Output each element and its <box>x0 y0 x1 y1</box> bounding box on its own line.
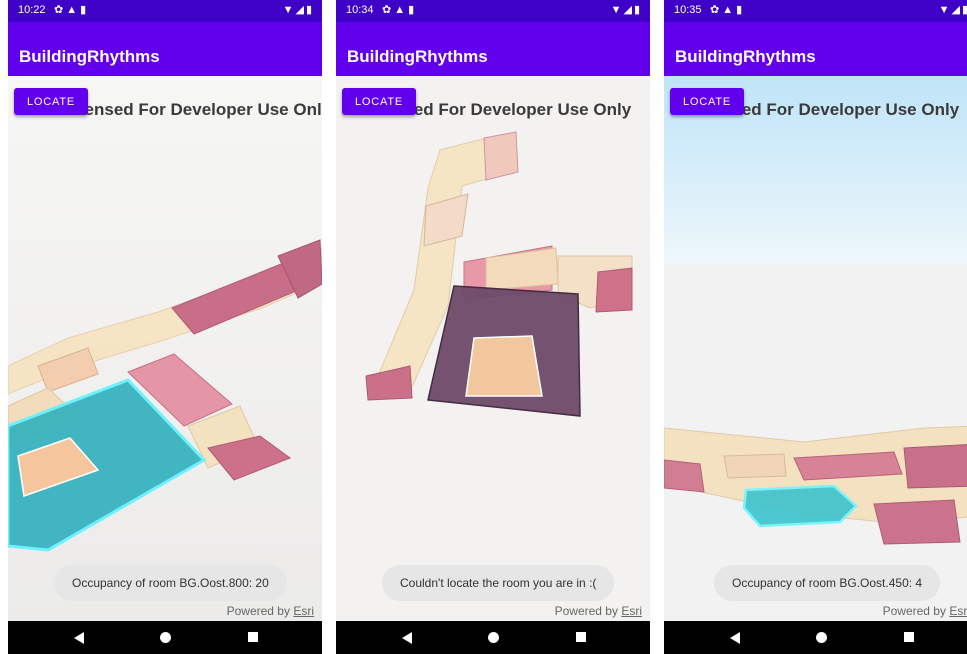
wifi-icon: ▼ <box>610 4 624 16</box>
occupancy-toast: Occupancy of room BG.Oost.800: 20 <box>54 565 287 601</box>
back-icon[interactable] <box>730 632 740 644</box>
phone-screen-1: 10:22 ✿▲▮ ▼◢▮ BuildingRhythms Licensed F… <box>8 0 322 654</box>
sd-card-icon: ▮ <box>736 4 746 16</box>
map-view[interactable] <box>8 76 322 621</box>
signal-icon: ◢ <box>623 4 634 16</box>
system-nav-bar <box>8 621 322 654</box>
status-time: 10:22 <box>18 4 46 16</box>
sd-card-icon: ▮ <box>408 4 418 16</box>
home-icon[interactable] <box>816 632 827 643</box>
phone-screen-2: 10:34 ✿▲▮ ▼◢▮ BuildingRhythms Licensed F… <box>336 0 650 654</box>
home-icon[interactable] <box>160 632 171 643</box>
status-bar: 10:34 ✿▲▮ ▼◢▮ <box>336 0 650 22</box>
attribution: Powered by Esri <box>883 604 967 618</box>
scene-3d <box>664 76 967 621</box>
wifi-icon: ▼ <box>938 4 952 16</box>
occupancy-toast: Occupancy of room BG.Oost.450: 4 <box>714 565 941 601</box>
app-bar: BuildingRhythms <box>664 22 967 76</box>
sd-card-icon: ▮ <box>80 4 90 16</box>
room-not-found-toast: Couldn't locate the room you are in :( <box>382 565 615 601</box>
battery-icon: ▮ <box>633 4 642 16</box>
status-icons: ✿▲▮ <box>54 3 89 16</box>
app-bar: BuildingRhythms <box>8 22 322 76</box>
status-time: 10:34 <box>346 4 374 16</box>
esri-link[interactable]: Esri <box>949 604 967 618</box>
locate-button[interactable]: LOCATE <box>670 88 744 115</box>
locate-button[interactable]: LOCATE <box>342 88 416 115</box>
locate-button[interactable]: LOCATE <box>14 88 88 115</box>
back-icon[interactable] <box>74 632 84 644</box>
attribution: Powered by Esri <box>555 604 642 618</box>
recents-icon[interactable] <box>904 632 914 642</box>
phone-screen-3: 10:35 ✿▲▮ ▼◢▮ BuildingRhythms Licensed F… <box>664 0 967 654</box>
map-view[interactable] <box>664 76 967 621</box>
esri-link[interactable]: Esri <box>621 604 642 618</box>
status-right-icons: ▼◢▮ <box>611 3 642 16</box>
powered-by-text: Powered by <box>226 604 290 618</box>
powered-by-text: Powered by <box>882 604 946 618</box>
warning-icon: ▲ <box>394 4 409 16</box>
home-icon[interactable] <box>488 632 499 643</box>
selected-room-highlight <box>742 484 858 528</box>
app-bar: BuildingRhythms <box>336 22 650 76</box>
attribution: Powered by Esri <box>227 604 314 618</box>
status-icons: ✿▲▮ <box>710 3 745 16</box>
esri-link[interactable]: Esri <box>293 604 314 618</box>
scene-3d <box>8 76 322 621</box>
back-icon[interactable] <box>402 632 412 644</box>
battery-icon: ▮ <box>961 4 967 16</box>
building-courtyard-block <box>427 285 581 417</box>
system-nav-bar <box>336 621 650 654</box>
app-title: BuildingRhythms <box>347 47 488 66</box>
app-title: BuildingRhythms <box>675 47 816 66</box>
warning-icon: ▲ <box>66 4 81 16</box>
recents-icon[interactable] <box>248 632 258 642</box>
scene-3d <box>336 76 650 621</box>
status-bar: 10:22 ✿▲▮ ▼◢▮ <box>8 0 322 22</box>
settings-icon: ✿ <box>54 4 67 16</box>
status-time: 10:35 <box>674 4 702 16</box>
map-view[interactable] <box>336 76 650 621</box>
battery-icon: ▮ <box>305 4 314 16</box>
signal-icon: ◢ <box>295 4 306 16</box>
status-bar: 10:35 ✿▲▮ ▼◢▮ <box>664 0 967 22</box>
signal-icon: ◢ <box>951 4 962 16</box>
app-title: BuildingRhythms <box>19 47 160 66</box>
license-banner: Licensed For Developer Use Only <box>60 100 322 119</box>
recents-icon[interactable] <box>576 632 586 642</box>
wifi-icon: ▼ <box>282 4 296 16</box>
status-right-icons: ▼◢▮ <box>283 3 314 16</box>
warning-icon: ▲ <box>722 4 737 16</box>
status-icons: ✿▲▮ <box>382 3 417 16</box>
settings-icon: ✿ <box>710 4 723 16</box>
status-right-icons: ▼◢▮ <box>939 3 967 16</box>
powered-by-text: Powered by <box>554 604 618 618</box>
system-nav-bar <box>664 621 967 654</box>
settings-icon: ✿ <box>382 4 395 16</box>
